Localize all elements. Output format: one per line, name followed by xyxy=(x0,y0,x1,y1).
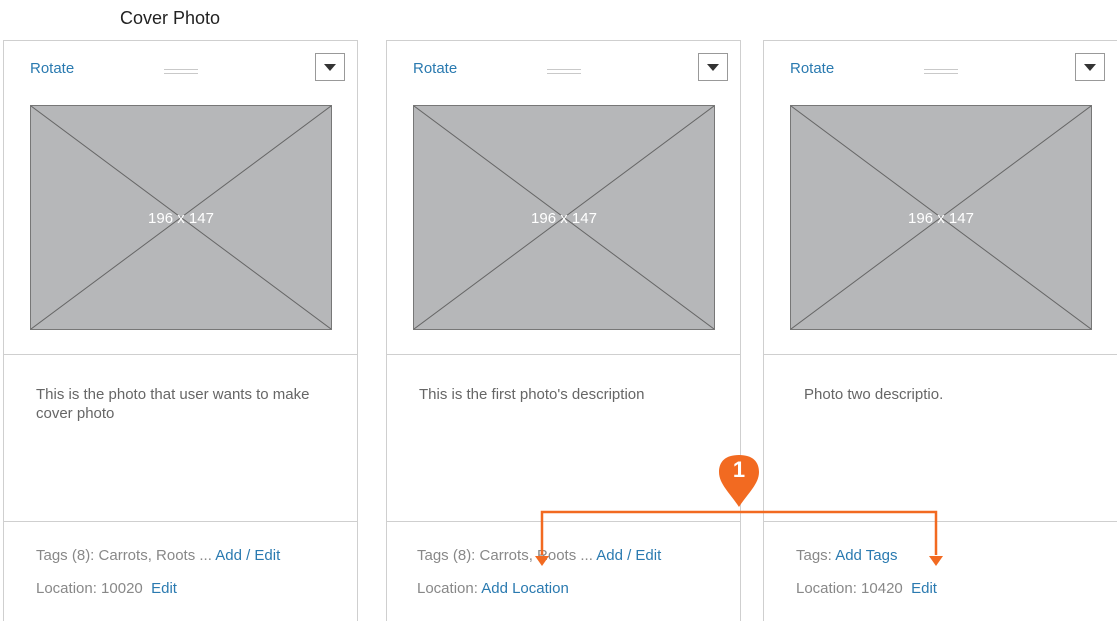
location-row: Location: 10020 Edit xyxy=(36,580,177,597)
divider xyxy=(764,354,1117,355)
photo-description: This is the first photo's description xyxy=(419,386,645,403)
card-menu-dropdown[interactable] xyxy=(315,53,345,81)
location-label: Location: 10420 xyxy=(796,580,903,597)
location-label: Location: xyxy=(417,580,478,597)
photo-card-first: Rotate 196 x 147 This is the first photo… xyxy=(386,40,741,621)
caret-down-icon xyxy=(707,63,719,71)
caret-down-icon xyxy=(1084,63,1096,71)
card-header: Rotate xyxy=(387,41,740,95)
tags-label: Tags: xyxy=(796,547,832,564)
add-tags-link[interactable]: Add Tags xyxy=(835,547,897,564)
divider xyxy=(4,521,357,522)
tags-row: Tags (8): Carrots, Roots ... Add / Edit xyxy=(417,547,661,564)
location-label: Location: 10020 xyxy=(36,580,143,597)
photo-card-second: Rotate 196 x 147 Photo two descriptio. T… xyxy=(763,40,1117,621)
divider xyxy=(764,521,1117,522)
edit-tags-link[interactable]: Add / Edit xyxy=(215,547,280,564)
card-header: Rotate xyxy=(4,41,357,95)
divider xyxy=(387,354,740,355)
drag-handle-icon[interactable] xyxy=(923,69,958,77)
rotate-link[interactable]: Rotate xyxy=(413,60,457,77)
edit-location-link[interactable]: Edit xyxy=(911,580,937,597)
photo-description: This is the photo that user wants to mak… xyxy=(36,386,310,422)
rotate-link[interactable]: Rotate xyxy=(30,60,74,77)
edit-location-link[interactable]: Edit xyxy=(151,580,177,597)
photo-placeholder: 196 x 147 xyxy=(30,105,332,330)
image-dimensions: 196 x 147 xyxy=(148,210,214,227)
location-row: Location: 10420 Edit xyxy=(796,580,937,597)
photo-description: Photo two descriptio. xyxy=(804,386,944,403)
add-location-link[interactable]: Add Location xyxy=(481,580,569,597)
tags-label: Tags (8): Carrots, Roots ... xyxy=(417,547,593,564)
rotate-link[interactable]: Rotate xyxy=(790,60,834,77)
photo-placeholder: 196 x 147 xyxy=(413,105,715,330)
drag-handle-icon[interactable] xyxy=(546,69,581,77)
card-menu-dropdown[interactable] xyxy=(1075,53,1105,81)
divider xyxy=(4,354,357,355)
drag-handle-icon[interactable] xyxy=(163,69,198,77)
photo-card-cover: Rotate 196 x 147 This is the photo that … xyxy=(3,40,358,621)
location-row: Location: Add Location xyxy=(417,580,569,597)
photo-placeholder: 196 x 147 xyxy=(790,105,1092,330)
image-dimensions: 196 x 147 xyxy=(531,210,597,227)
tags-row: Tags (8): Carrots, Roots ... Add / Edit xyxy=(36,547,280,564)
caret-down-icon xyxy=(324,63,336,71)
image-dimensions: 196 x 147 xyxy=(908,210,974,227)
edit-tags-link[interactable]: Add / Edit xyxy=(596,547,661,564)
divider xyxy=(387,521,740,522)
tags-label: Tags (8): Carrots, Roots ... xyxy=(36,547,212,564)
annotation-number: 1 xyxy=(732,457,746,482)
section-title: Cover Photo xyxy=(120,8,221,28)
card-header: Rotate xyxy=(764,41,1117,95)
card-menu-dropdown[interactable] xyxy=(698,53,728,81)
tags-row: Tags: Add Tags xyxy=(796,547,897,564)
